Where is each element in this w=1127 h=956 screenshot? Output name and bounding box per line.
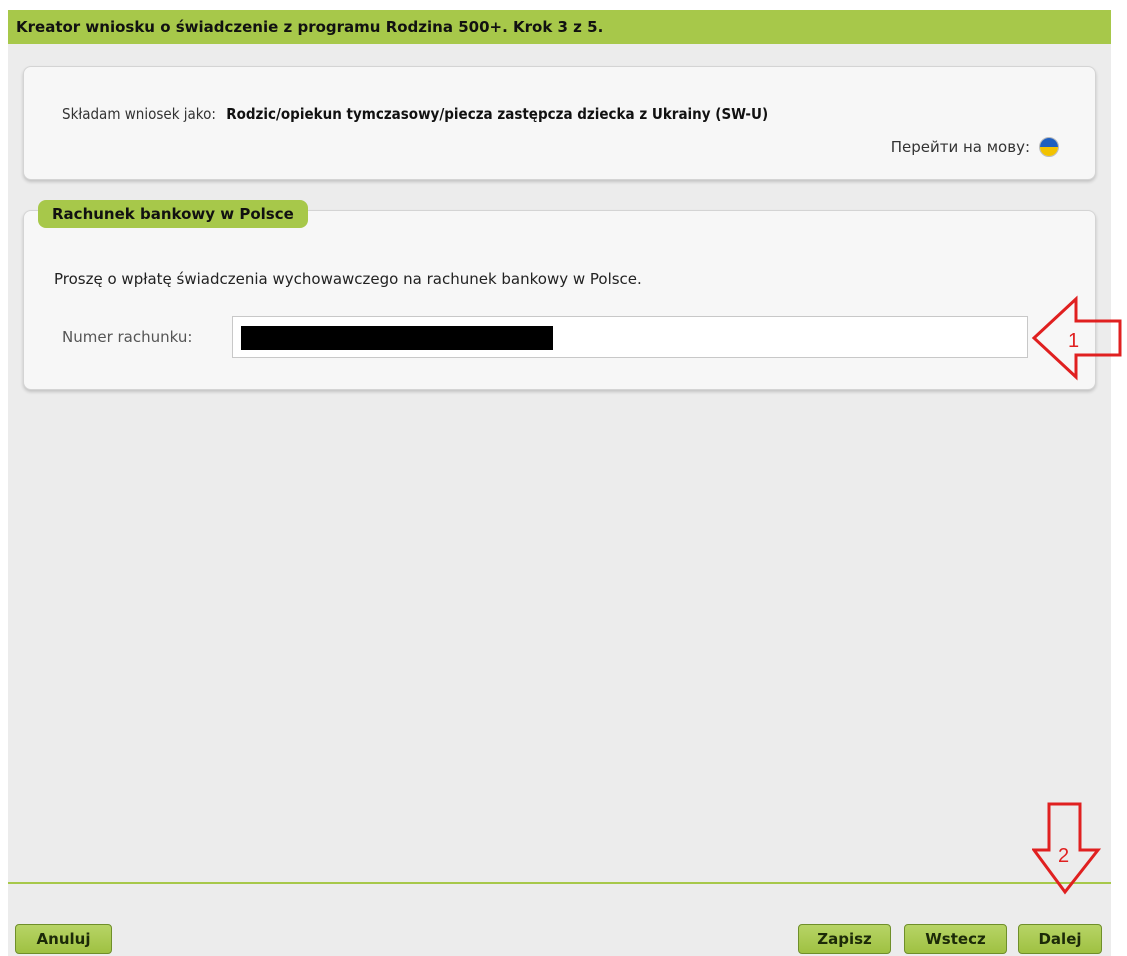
annotation-arrow-1-label: 1 <box>1068 330 1079 352</box>
language-switch[interactable]: Перейти на мову: <box>891 137 1059 157</box>
next-button[interactable]: Dalej <box>1018 924 1102 954</box>
language-switch-label: Перейти на мову: <box>890 138 1030 156</box>
annotation-arrow-left-icon: 1 <box>1031 295 1122 381</box>
bank-section-legend: Rachunek bankowy w Polsce <box>38 200 308 228</box>
bank-account-panel <box>23 210 1096 390</box>
save-button[interactable]: Zapisz <box>798 924 891 954</box>
applicant-label: Składam wniosek jako: <box>62 105 216 123</box>
cancel-button[interactable]: Anuluj <box>15 924 112 954</box>
annotation-arrow-2-label: 2 <box>1058 845 1069 867</box>
ukraine-flag-icon[interactable] <box>1039 137 1059 157</box>
applicant-value: Rodzic/opiekun tymczasowy/piecza zastępc… <box>226 105 769 123</box>
annotation-arrow-down-icon: 2 <box>1032 802 1102 895</box>
back-button[interactable]: Wstecz <box>904 924 1007 954</box>
redacted-account-number <box>241 326 553 350</box>
applicant-row: Składam wniosek jako: Rodzic/opiekun tym… <box>62 105 768 123</box>
applicant-panel: Składam wniosek jako: Rodzic/opiekun tym… <box>23 66 1096 180</box>
footer-separator <box>8 882 1111 884</box>
bank-section-description: Proszę o wpłatę świadczenia wychowawczeg… <box>54 270 642 288</box>
wizard-window: Kreator wniosku o świadczenie z programu… <box>8 10 1111 956</box>
wizard-title: Kreator wniosku o świadczenie z programu… <box>8 10 1111 44</box>
account-number-label: Numer rachunku: <box>62 328 193 346</box>
account-number-input[interactable] <box>232 316 1028 358</box>
